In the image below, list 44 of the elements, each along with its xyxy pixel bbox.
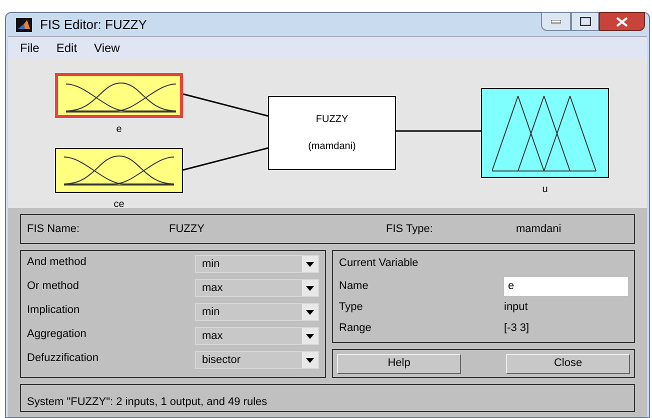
maximize-icon [580, 17, 590, 26]
dropdown[interactable]: max [195, 327, 319, 345]
system-name: FUZZY [316, 113, 348, 127]
dropdown[interactable]: max [195, 279, 319, 297]
system-type: (mamdani) [308, 140, 356, 154]
action-button[interactable]: Help [337, 354, 461, 374]
field-label: Defuzzification [27, 350, 99, 366]
input-variable-box[interactable] [55, 73, 183, 118]
field-label: FIS Type: [386, 222, 434, 237]
dropdown[interactable]: bisector [195, 351, 319, 369]
minimize-button[interactable] [541, 12, 571, 31]
maximize-button[interactable] [571, 12, 599, 31]
minimize-icon [551, 20, 561, 24]
field-label: Aggregation [27, 326, 86, 342]
field-label: Or method [27, 278, 79, 294]
input-variable-box[interactable] [55, 148, 183, 193]
field-label: Implication [27, 302, 80, 318]
field-label: Type [339, 300, 364, 315]
system-box[interactable]: FUZZY (mamdani) [268, 96, 396, 170]
name-input-field[interactable]: e [504, 276, 628, 296]
field-label: FIS Name: [27, 222, 81, 237]
menu-item[interactable]: File [20, 38, 40, 56]
dropdown[interactable]: min [195, 255, 319, 273]
field-value: mamdani [516, 222, 562, 237]
close-icon [616, 16, 628, 26]
field-value: input [504, 300, 528, 315]
field-label: And method [27, 254, 86, 270]
close-button[interactable] [599, 12, 645, 31]
dropdown[interactable]: min [195, 303, 319, 321]
menu-item[interactable]: View [94, 38, 120, 56]
app-logo-icon [16, 18, 32, 32]
field-label: Name [339, 278, 370, 294]
output-variable-box[interactable] [481, 88, 609, 178]
menu-item[interactable]: Edit [56, 38, 78, 56]
window-title: FIS Editor: FUZZY [40, 16, 147, 34]
variable-label: ce [112, 198, 126, 212]
variable-label: u [541, 183, 549, 197]
action-button[interactable]: Close [506, 354, 630, 374]
variable-label: e [115, 123, 123, 137]
field-value: FUZZY [169, 222, 206, 237]
field-label: Range [339, 320, 372, 336]
panel-title: Current Variable [339, 256, 420, 271]
status-text: System "FUZZY": 2 inputs, 1 output, and 49 rules [27, 396, 268, 408]
field-value: [-3 3] [504, 320, 530, 336]
